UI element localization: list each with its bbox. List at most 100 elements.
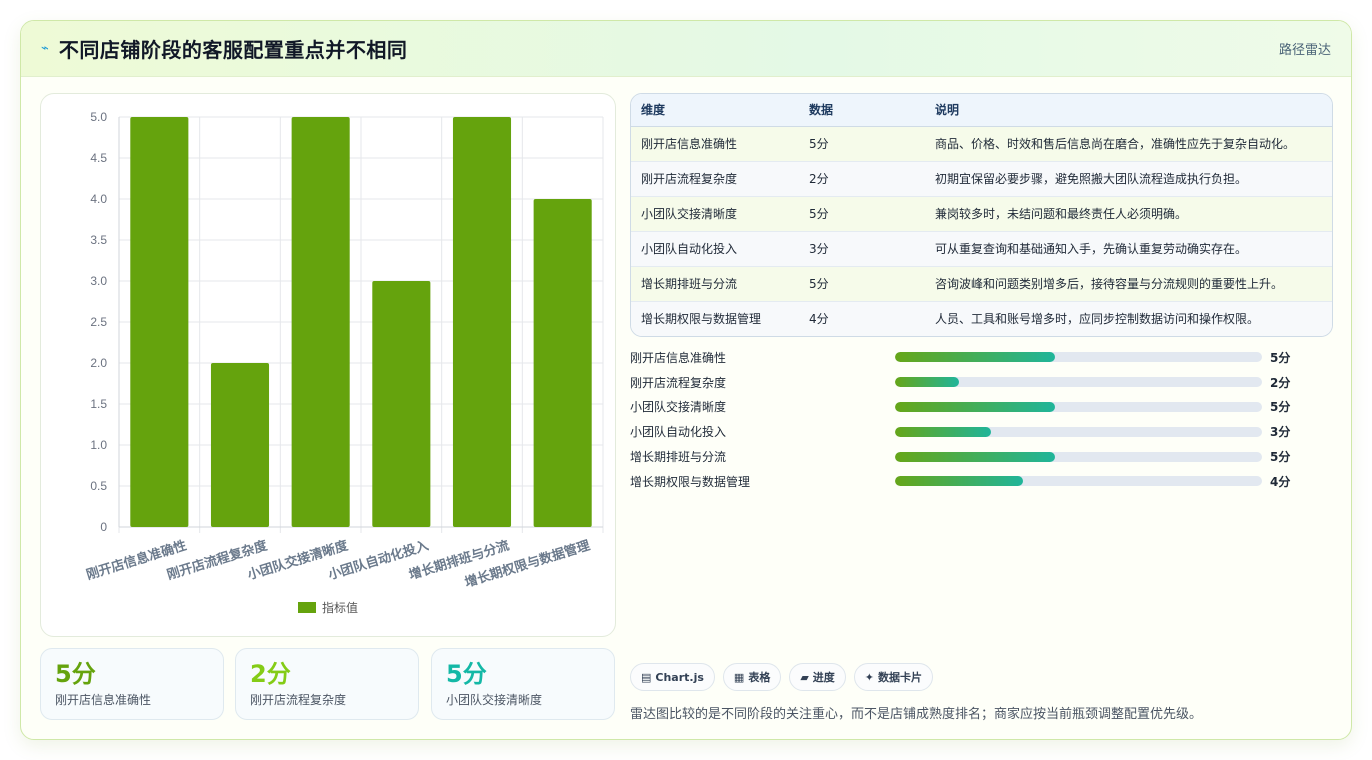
- chip-table[interactable]: ▦ 表格: [722, 663, 782, 691]
- progress-list: 刚开店信息准确性 5分 刚开店流程复杂度 2分 小团队交接清晰度 5分 小团队自…: [630, 345, 1333, 494]
- table-header-row: 维度 数据 说明: [631, 94, 1332, 127]
- table-header-dimension: 维度: [631, 94, 799, 127]
- progress-label: 增长期权限与数据管理: [630, 474, 751, 489]
- progress-label: 刚开店信息准确性: [630, 350, 727, 365]
- table-header-description: 说明: [925, 94, 1332, 127]
- y-tick-label: 3.0: [90, 274, 107, 288]
- sparkle-icon: ✦: [864, 670, 875, 684]
- progress-track: [895, 401, 1262, 412]
- progress-value: 5分: [1270, 400, 1291, 415]
- y-tick-label: 0: [100, 520, 107, 534]
- progress-fill: [895, 352, 1055, 363]
- chip-label: 表格: [748, 671, 771, 684]
- chip-label: 数据卡片: [878, 671, 923, 684]
- table-cell: 5分: [799, 126, 925, 162]
- progress-value: 5分: [1270, 450, 1291, 465]
- table-cell: 人员、工具和账号增多时，应同步控制数据访问和操作权限。: [935, 312, 1260, 327]
- bar-chart-panel: 0 0.5 1.0 1.5 2.0 2.5 3.0 3.5 4.0 4.5 5.0 刚开店信息准确性刚…: [40, 93, 616, 637]
- table-row: 增长期排班与分流 5分 咨询波峰和问题类别增多后，接待容量与分流规则的重要性上升…: [631, 266, 1332, 302]
- progress-value: 2分: [1270, 375, 1291, 390]
- kpi-card-1: 5分 刚开店信息准确性: [40, 648, 224, 720]
- kpi-label: 刚开店信息准确性: [55, 693, 152, 707]
- progress-label: 刚开店流程复杂度: [630, 375, 727, 390]
- progress-value: 3分: [1270, 425, 1291, 440]
- footnote: 雷达图比较的是不同阶段的关注重心，而不是店铺成熟度排名；商家应按当前瓶颈调整配置…: [630, 707, 1203, 722]
- view-chips: ▤ Chart.js ▦ 表格 ▰ 进度 ✦ 数据卡片: [630, 663, 934, 691]
- progress-track: [895, 476, 1262, 487]
- progress-row: 增长期权限与数据管理 4分: [630, 469, 1333, 494]
- bar: [533, 199, 592, 527]
- table-cell: 小团队交接清晰度: [631, 196, 799, 232]
- y-tick-label: 1.0: [90, 438, 107, 452]
- page-title: 不同店铺阶段的客服配置重点并不相同: [58, 38, 408, 62]
- data-table-panel: 维度 数据 说明 刚开店信息准确性 5分 商品、价格、时效和售后信息尚在磨合，准…: [630, 93, 1333, 337]
- y-tick-label: 0.5: [90, 479, 107, 493]
- table-cell: 刚开店流程复杂度: [631, 161, 799, 197]
- y-tick-label: 2.5: [90, 315, 107, 329]
- table-row: 小团队交接清晰度 5分 兼岗较多时，未结问题和最终责任人必须明确。: [631, 196, 1332, 232]
- chip-progress[interactable]: ▰ 进度: [789, 663, 846, 691]
- kpi-value: 5分: [446, 660, 487, 688]
- chip-label: 进度: [812, 671, 835, 684]
- chip-label: Chart.js: [655, 670, 704, 684]
- progress-value: 4分: [1270, 474, 1291, 489]
- kpi-card-2: 2分 刚开店流程复杂度: [235, 648, 419, 720]
- table-cell: 商品、价格、时效和售后信息尚在磨合，准确性应先于复杂自动化。: [925, 126, 1332, 162]
- legend-label: 指标值: [322, 600, 358, 615]
- bar: [372, 281, 431, 527]
- table-row: 刚开店流程复杂度 2分 初期宜保留必要步骤，避免照搬大团队流程造成执行负担。: [631, 161, 1332, 197]
- kpi-card-3: 5分 小团队交接清晰度: [431, 648, 615, 720]
- progress-fill: [895, 476, 1023, 487]
- table-cell: 增长期排班与分流: [631, 266, 799, 302]
- table-cell: 可从重复查询和基础通知入手，先确认重复劳动确实存在。: [925, 231, 1332, 267]
- table-cell: 兼岗较多时，未结问题和最终责任人必须明确。: [925, 196, 1332, 232]
- progress-track: [895, 451, 1262, 462]
- progress-row: 小团队交接清晰度 5分: [630, 395, 1333, 420]
- table-header-data: 数据: [799, 94, 925, 127]
- table-row: 刚开店信息准确性 5分 商品、价格、时效和售后信息尚在磨合，准确性应先于复杂自动…: [631, 126, 1332, 162]
- progress-row: 刚开店信息准确性 5分: [630, 345, 1333, 370]
- bar: [210, 363, 270, 527]
- table-cell: 5分: [799, 196, 925, 232]
- progress-label: 小团队交接清晰度: [630, 400, 727, 415]
- table-cell: 2分: [799, 161, 925, 197]
- progress-fill: [895, 451, 1055, 462]
- y-tick-label: 2.0: [90, 356, 107, 370]
- header-link[interactable]: 路径雷达: [1279, 39, 1331, 58]
- bar: [452, 117, 512, 527]
- table-row: 小团队自动化投入 3分 可从重复查询和基础通知入手，先确认重复劳动确实存在。: [631, 231, 1332, 267]
- progress-label: 增长期排班与分流: [630, 450, 727, 465]
- chart-icon: ▤: [641, 670, 652, 684]
- data-table: 维度 数据 说明 刚开店信息准确性 5分 商品、价格、时效和售后信息尚在磨合，准…: [631, 94, 1332, 336]
- progress-label: 小团队自动化投入: [630, 425, 727, 440]
- table-cell: 刚开店信息准确性: [631, 126, 799, 162]
- table-cell: 4分: [809, 312, 829, 327]
- progress-track: [895, 426, 1262, 437]
- legend-swatch: [298, 602, 316, 613]
- table-cell: 3分: [799, 231, 925, 267]
- y-tick-label: 4.5: [90, 151, 107, 165]
- chip-chartjs[interactable]: ▤ Chart.js: [630, 663, 715, 691]
- header-left: ⌁ 不同店铺阶段的客服配置重点并不相同: [41, 34, 407, 63]
- chip-data-cards[interactable]: ✦ 数据卡片: [853, 663, 934, 691]
- progress-fill: [895, 426, 991, 437]
- progress-track: [895, 377, 1262, 388]
- progress-fill: [895, 401, 1055, 412]
- progress-row: 小团队自动化投入 3分: [630, 419, 1333, 444]
- y-tick-label: 5.0: [90, 110, 107, 124]
- table-cell: 小团队自动化投入: [631, 231, 799, 267]
- progress-value: 5分: [1270, 350, 1291, 365]
- sparkline-icon: ⌁: [41, 41, 49, 56]
- progress-icon: ▰: [800, 670, 809, 684]
- table-row: 增长期权限与数据管理 4分 人员、工具和账号增多时，应同步控制数据访问和操作权限…: [631, 301, 1332, 336]
- table-icon: ▦: [733, 670, 745, 684]
- kpi-value: 2分: [250, 660, 291, 688]
- y-tick-label: 1.5: [90, 397, 107, 411]
- progress-row: 刚开店流程复杂度 2分: [630, 370, 1333, 395]
- kpi-label: 刚开店流程复杂度: [250, 693, 347, 707]
- kpi-label: 小团队交接清晰度: [446, 693, 543, 707]
- dashboard-card: ⌁ 不同店铺阶段的客服配置重点并不相同 路径雷达 0 0.5 1.0 1.5 2.0 2.…: [20, 20, 1352, 740]
- bar: [291, 117, 350, 527]
- progress-row: 增长期排班与分流 5分: [630, 444, 1333, 469]
- y-tick-label: 3.5: [90, 233, 107, 247]
